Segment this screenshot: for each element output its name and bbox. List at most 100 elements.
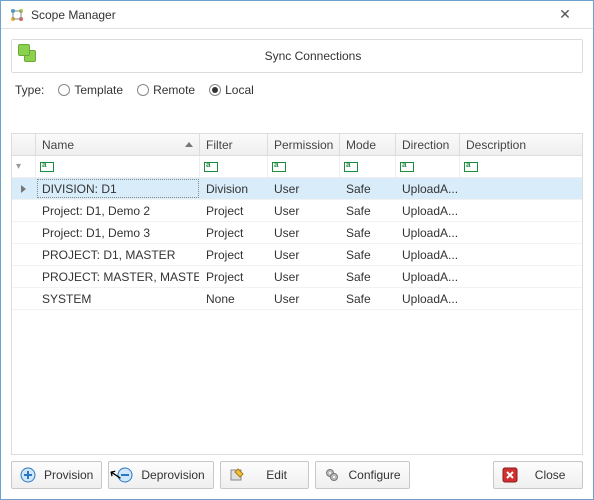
close-icon: [502, 467, 518, 483]
sync-connections-label: Sync Connections: [50, 49, 576, 63]
type-local-label: Local: [225, 83, 254, 97]
expand-cell: [12, 222, 36, 243]
column-filter-label: Filter: [206, 138, 233, 152]
cell-name: PROJECT: MASTER, MASTER: [36, 266, 200, 287]
sync-connections-panel[interactable]: Sync Connections: [11, 39, 583, 73]
column-permission-label: Permission: [274, 138, 333, 152]
configure-button[interactable]: Configure: [315, 461, 409, 489]
cell-mode: Safe: [340, 178, 396, 199]
text-filter-icon: [272, 162, 286, 172]
gear-icon: [324, 467, 340, 483]
radio-icon: [209, 84, 221, 96]
scope-manager-window: Scope Manager ✕ Sync Connections Type: T…: [0, 0, 594, 500]
column-direction-label: Direction: [402, 138, 449, 152]
cell-permission: User: [268, 266, 340, 287]
table-row[interactable]: PROJECT: MASTER, MASTERProjectUserSafeUp…: [12, 266, 582, 288]
column-mode[interactable]: Mode: [340, 134, 396, 155]
table-row[interactable]: PROJECT: D1, MASTERProjectUserSafeUpload…: [12, 244, 582, 266]
type-remote-radio[interactable]: Remote: [137, 83, 195, 97]
connections-grid: Name Filter Permission Mode Direction De…: [11, 133, 583, 455]
cell-filter: Project: [200, 200, 268, 221]
cell-name: Project: D1, Demo 3: [36, 222, 200, 243]
cell-mode: Safe: [340, 222, 396, 243]
plus-icon: [20, 467, 36, 483]
cell-description: [460, 178, 582, 199]
expand-cell: [12, 200, 36, 221]
toolbar: Provision Deprovision Edit Configure Clo…: [11, 461, 583, 489]
column-direction[interactable]: Direction: [396, 134, 460, 155]
filter-permission[interactable]: [268, 156, 340, 177]
filter-filter[interactable]: [200, 156, 268, 177]
cell-filter: Division: [200, 178, 268, 199]
sync-connections-icon: [18, 44, 42, 68]
toolbar-spacer: [416, 461, 488, 489]
filter-toggle[interactable]: ▾: [12, 156, 36, 177]
cell-permission: User: [268, 222, 340, 243]
cell-permission: User: [268, 288, 340, 309]
close-button[interactable]: Close: [493, 461, 583, 489]
radio-icon: [137, 84, 149, 96]
cell-description: [460, 288, 582, 309]
cell-permission: User: [268, 178, 340, 199]
type-local-radio[interactable]: Local: [209, 83, 254, 97]
text-filter-icon: [464, 162, 478, 172]
column-filter[interactable]: Filter: [200, 134, 268, 155]
type-row: Type: Template Remote Local: [15, 83, 579, 97]
filter-name[interactable]: [36, 156, 200, 177]
chevron-right-icon: [21, 185, 26, 193]
cell-permission: User: [268, 200, 340, 221]
expand-cell: [12, 244, 36, 265]
type-template-radio[interactable]: Template: [58, 83, 123, 97]
configure-label: Configure: [348, 468, 400, 482]
filter-direction[interactable]: [396, 156, 460, 177]
table-row[interactable]: SYSTEMNoneUserSafeUploadA...: [12, 288, 582, 310]
expand-cell: [12, 266, 36, 287]
grid-header: Name Filter Permission Mode Direction De…: [12, 134, 582, 156]
window-close-button[interactable]: ✕: [545, 6, 585, 23]
column-name[interactable]: Name: [36, 134, 200, 155]
cell-direction: UploadA...: [396, 288, 460, 309]
cell-name: SYSTEM: [36, 288, 200, 309]
cell-mode: Safe: [340, 244, 396, 265]
cell-mode: Safe: [340, 200, 396, 221]
cell-direction: UploadA...: [396, 222, 460, 243]
radio-icon: [58, 84, 70, 96]
filter-mode[interactable]: [340, 156, 396, 177]
minus-icon: [117, 467, 133, 483]
filter-description[interactable]: [460, 156, 582, 177]
edit-icon: [229, 467, 245, 483]
table-row[interactable]: DIVISION: D1DivisionUserSafeUploadA...: [12, 178, 582, 200]
close-label: Close: [526, 468, 574, 482]
provision-button[interactable]: Provision: [11, 461, 102, 489]
deprovision-button[interactable]: Deprovision: [108, 461, 213, 489]
cell-mode: Safe: [340, 266, 396, 287]
edit-button[interactable]: Edit: [220, 461, 310, 489]
table-row[interactable]: Project: D1, Demo 3ProjectUserSafeUpload…: [12, 222, 582, 244]
cell-description: [460, 266, 582, 287]
window-title: Scope Manager: [31, 8, 545, 22]
type-label: Type:: [15, 83, 44, 97]
cell-filter: Project: [200, 244, 268, 265]
type-template-label: Template: [74, 83, 123, 97]
text-filter-icon: [40, 162, 54, 172]
cell-name: PROJECT: D1, MASTER: [36, 244, 200, 265]
sort-ascending-icon: [185, 142, 193, 147]
provision-label: Provision: [44, 468, 93, 482]
table-row[interactable]: Project: D1, Demo 2ProjectUserSafeUpload…: [12, 200, 582, 222]
column-description[interactable]: Description: [460, 134, 582, 155]
expand-cell[interactable]: [12, 178, 36, 199]
text-filter-icon: [400, 162, 414, 172]
column-permission[interactable]: Permission: [268, 134, 340, 155]
column-description-label: Description: [466, 138, 526, 152]
deprovision-label: Deprovision: [141, 468, 204, 482]
cell-direction: UploadA...: [396, 266, 460, 287]
cell-mode: Safe: [340, 288, 396, 309]
cell-filter: Project: [200, 266, 268, 287]
cell-name: DIVISION: D1: [36, 178, 200, 199]
cell-direction: UploadA...: [396, 244, 460, 265]
client-area: Sync Connections Type: Template Remote L…: [1, 29, 593, 499]
grid-rows: DIVISION: D1DivisionUserSafeUploadA...Pr…: [12, 178, 582, 310]
text-filter-icon: [204, 162, 218, 172]
type-remote-label: Remote: [153, 83, 195, 97]
column-expand[interactable]: [12, 134, 36, 155]
